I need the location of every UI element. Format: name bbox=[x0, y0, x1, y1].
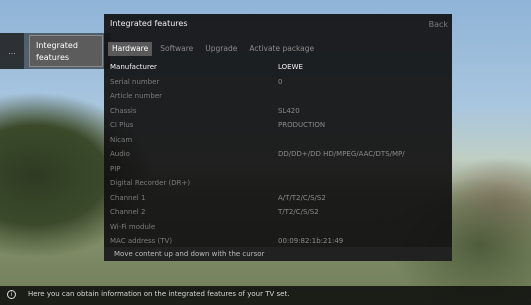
feature-row-serial-number: Serial number 0 bbox=[110, 75, 450, 90]
feature-label: Channel 1 bbox=[110, 193, 146, 202]
tab-activate-package[interactable]: Activate package bbox=[245, 42, 318, 56]
info-bar: i Here you can obtain information on the… bbox=[0, 286, 531, 305]
feature-row-audio: Audio DD/DD+/DD HD/MPEG/AAC/DTS/MP/ bbox=[110, 147, 450, 162]
feature-label: CI Plus bbox=[110, 121, 134, 129]
feature-row-channel-1: Channel 1 A/T/T2/C/S/S2 bbox=[110, 191, 450, 206]
feature-label: Channel 2 bbox=[110, 208, 146, 216]
navigation-hint: Move content up and down with the cursor bbox=[104, 247, 452, 261]
feature-row-channel-2: Channel 2 T/T2/C/S/S2 bbox=[110, 205, 450, 220]
feature-label: Digital Recorder (DR+) bbox=[110, 179, 191, 187]
feature-label: Nicam bbox=[110, 135, 133, 144]
feature-value: 0 bbox=[278, 77, 283, 86]
feature-row-nicam: Nicam bbox=[110, 133, 450, 148]
context-menu: ... Integrated features bbox=[0, 33, 110, 69]
tab-hardware[interactable]: Hardware bbox=[108, 42, 153, 56]
feature-list: Manufacturer LOEWE Serial number 0 Artic… bbox=[110, 60, 450, 249]
feature-label: Audio bbox=[110, 150, 130, 158]
feature-row-article-number: Article number bbox=[110, 89, 450, 104]
feature-label: Article number bbox=[110, 92, 163, 100]
feature-value: SL420 bbox=[278, 106, 300, 115]
feature-value: A/T/T2/C/S/S2 bbox=[278, 193, 326, 202]
feature-row-ci-plus: CI Plus PRODUCTION bbox=[110, 118, 450, 133]
feature-value: PRODUCTION bbox=[278, 121, 326, 129]
info-text: Here you can obtain information on the i… bbox=[28, 290, 290, 298]
integrated-features-panel: Integrated features Back Hardware Softwa… bbox=[104, 14, 452, 261]
feature-row-wifi-module: Wi-Fi module bbox=[110, 220, 450, 235]
back-button[interactable]: Back bbox=[429, 20, 448, 29]
feature-label: PIP bbox=[110, 164, 121, 173]
feature-value: DD/DD+/DD HD/MPEG/AAC/DTS/MP/ bbox=[278, 150, 405, 158]
tab-software[interactable]: Software bbox=[156, 42, 197, 56]
feature-value: LOEWE bbox=[278, 63, 303, 71]
context-menu-item-integrated-features[interactable]: Integrated features bbox=[29, 35, 103, 67]
feature-row-manufacturer: Manufacturer LOEWE bbox=[110, 60, 450, 75]
context-menu-item-label-line2: features bbox=[36, 53, 70, 62]
feature-label: Manufacturer bbox=[110, 63, 157, 71]
feature-label: Chassis bbox=[110, 106, 137, 115]
feature-row-pip: PIP bbox=[110, 162, 450, 177]
context-menu-previous-item[interactable]: ... bbox=[0, 33, 24, 69]
feature-label: Wi-Fi module bbox=[110, 222, 156, 231]
feature-row-digital-recorder: Digital Recorder (DR+) bbox=[110, 176, 450, 191]
panel-title: Integrated features bbox=[110, 19, 188, 28]
context-menu-item-label-line1: Integrated bbox=[36, 41, 78, 50]
feature-row-chassis: Chassis SL420 bbox=[110, 104, 450, 119]
tab-upgrade[interactable]: Upgrade bbox=[201, 42, 241, 56]
info-icon: i bbox=[7, 290, 16, 299]
tab-bar: Hardware Software Upgrade Activate packa… bbox=[108, 42, 318, 56]
feature-label: Serial number bbox=[110, 77, 160, 86]
feature-value: T/T2/C/S/S2 bbox=[278, 208, 319, 216]
